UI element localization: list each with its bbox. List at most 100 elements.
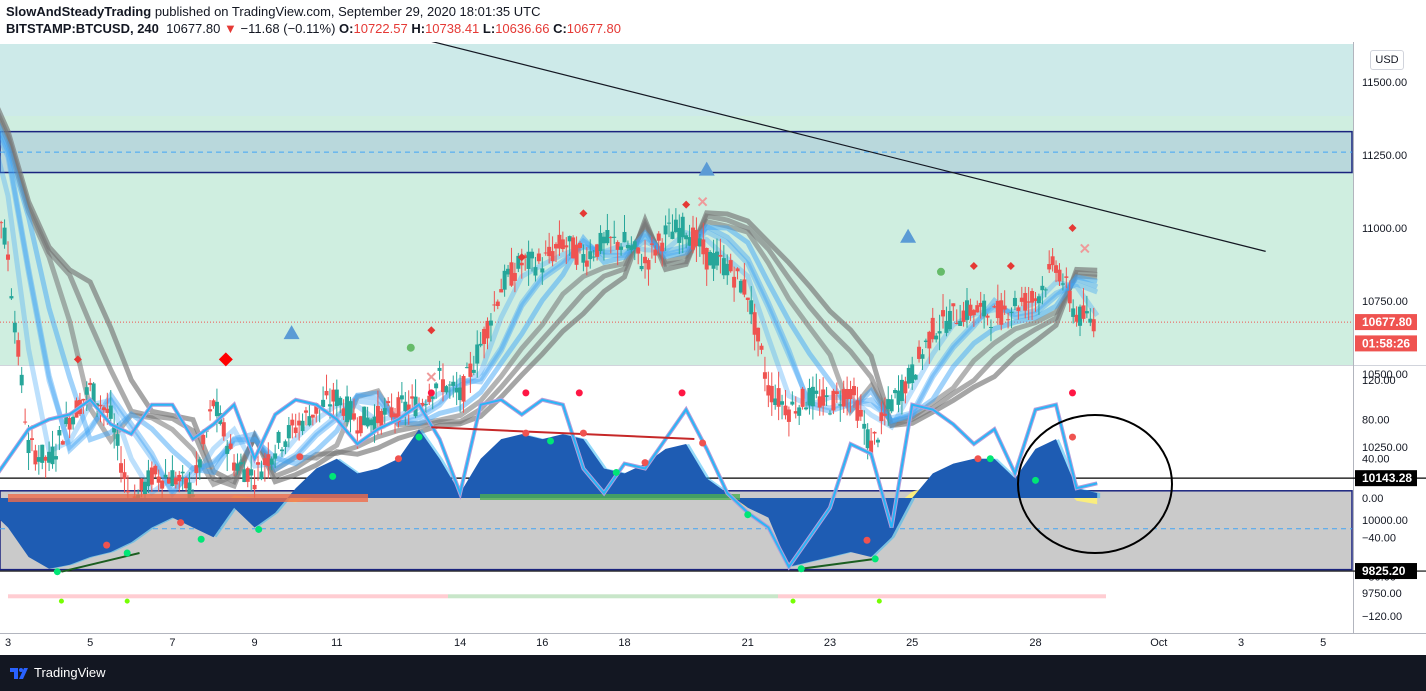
candle-body: [927, 331, 932, 349]
candle-body: [1071, 308, 1076, 317]
candle-body: [920, 354, 925, 359]
candle-body: [1074, 314, 1079, 322]
close-value: 10677.80: [566, 21, 622, 36]
candle-body: [1019, 297, 1024, 302]
candle-body: [831, 390, 836, 411]
candle-body: [259, 471, 264, 480]
time-tick-label: 3: [5, 637, 11, 649]
symbol-label[interactable]: BITSTAMP:BTCUSD, 240: [6, 21, 159, 36]
candle-body: [1057, 269, 1062, 282]
candle-body: [499, 289, 504, 293]
candle-body: [286, 425, 291, 439]
open-value: 10722.57: [353, 21, 408, 36]
candle-body: [143, 481, 147, 495]
candle-body: [858, 409, 863, 417]
candle-body: [338, 397, 343, 406]
candle-body: [793, 411, 798, 414]
overbought-dot: [575, 389, 583, 397]
oscillator-tick-label: −120.00: [1362, 611, 1402, 623]
candle-body: [879, 412, 884, 422]
candle-body: [437, 367, 442, 371]
candle-body: [1040, 285, 1045, 291]
candle-body: [752, 312, 757, 335]
candle-body: [636, 247, 641, 254]
candle-body: [1026, 301, 1031, 303]
candle-body: [992, 306, 997, 308]
candle-body: [324, 390, 329, 396]
candle-body: [800, 388, 805, 407]
candle-body: [146, 470, 151, 487]
candle-body: [923, 340, 928, 343]
candle-body: [194, 465, 199, 474]
candle-body: [1081, 305, 1086, 319]
currency-button[interactable]: USD: [1370, 50, 1404, 70]
time-tick-label: 14: [454, 637, 466, 649]
candle-body: [334, 389, 339, 407]
candle-body: [57, 429, 62, 436]
author-name[interactable]: SlowAndSteadyTrading: [6, 4, 151, 19]
candle-body: [855, 400, 860, 421]
oscillator-tick-label: 0.00: [1362, 493, 1383, 505]
candle-body: [440, 379, 445, 393]
candle-body: [482, 328, 487, 344]
osc-red-dot: [103, 541, 111, 549]
candle-body: [913, 374, 918, 380]
candle-body: [71, 416, 76, 425]
candle-body: [530, 251, 535, 259]
candle-body: [321, 399, 326, 408]
osc-green-dot: [53, 568, 61, 576]
level-high-tag: 10143.28: [1362, 471, 1412, 485]
signal-strip-red: [778, 594, 1106, 599]
candle-body: [684, 235, 689, 240]
time-tick-label: 21: [742, 637, 754, 649]
candle-body: [228, 443, 233, 449]
time-tick-label: 7: [169, 637, 175, 649]
time-tick-label: Oct: [1150, 637, 1167, 649]
candle-body: [1078, 306, 1083, 326]
candle-body: [410, 396, 415, 399]
candle-body: [848, 389, 853, 400]
candle-body: [12, 322, 17, 333]
candle-body: [492, 304, 497, 306]
candle-body: [33, 450, 38, 465]
candle-body: [625, 244, 630, 249]
trend-bar-red: [8, 494, 368, 502]
candle-body: [1084, 311, 1089, 314]
candle-body: [293, 427, 298, 434]
candle-body: [283, 441, 288, 447]
candle-body: [845, 389, 850, 400]
candle-body: [184, 477, 189, 489]
time-tick-labels: 3 5 7 9 11 14 16 18 21 23 25 28 Oct 3 5: [5, 637, 1326, 649]
footer-brand[interactable]: TradingView: [34, 665, 106, 680]
candle-body: [0, 222, 4, 224]
candle-body: [43, 456, 48, 461]
candle-body: [1064, 276, 1069, 278]
osc-red-dot: [522, 429, 530, 437]
candle-body: [646, 260, 651, 270]
candle-body: [1023, 292, 1028, 311]
publish-info: published on TradingView.com, September …: [154, 4, 541, 19]
candle-body: [951, 303, 956, 307]
candle-body: [221, 422, 226, 437]
candle-body: [814, 390, 819, 394]
signal-strip-dot: [124, 598, 130, 604]
time-tick-label: 5: [1320, 637, 1326, 649]
candle-body: [478, 343, 483, 346]
candle-body: [663, 225, 668, 235]
candle-body: [735, 268, 740, 272]
candle-body: [958, 320, 963, 326]
candle-body: [619, 246, 624, 250]
candle-body: [886, 399, 891, 410]
candle-body: [742, 279, 747, 295]
time-tick-label: 23: [824, 637, 836, 649]
candle-body: [348, 401, 353, 420]
candle-body: [375, 405, 380, 423]
candle-body: [947, 310, 952, 330]
candle-body: [1060, 283, 1065, 285]
chart-area[interactable]: 11 7 5 0.00 11500.00 11250.00 11000.00 10750.00…: [0, 42, 1426, 655]
candle-body: [362, 406, 367, 426]
candle-body: [276, 431, 281, 443]
candle-body: [262, 458, 267, 466]
candle-body: [1067, 290, 1072, 304]
candle-body: [557, 234, 562, 249]
